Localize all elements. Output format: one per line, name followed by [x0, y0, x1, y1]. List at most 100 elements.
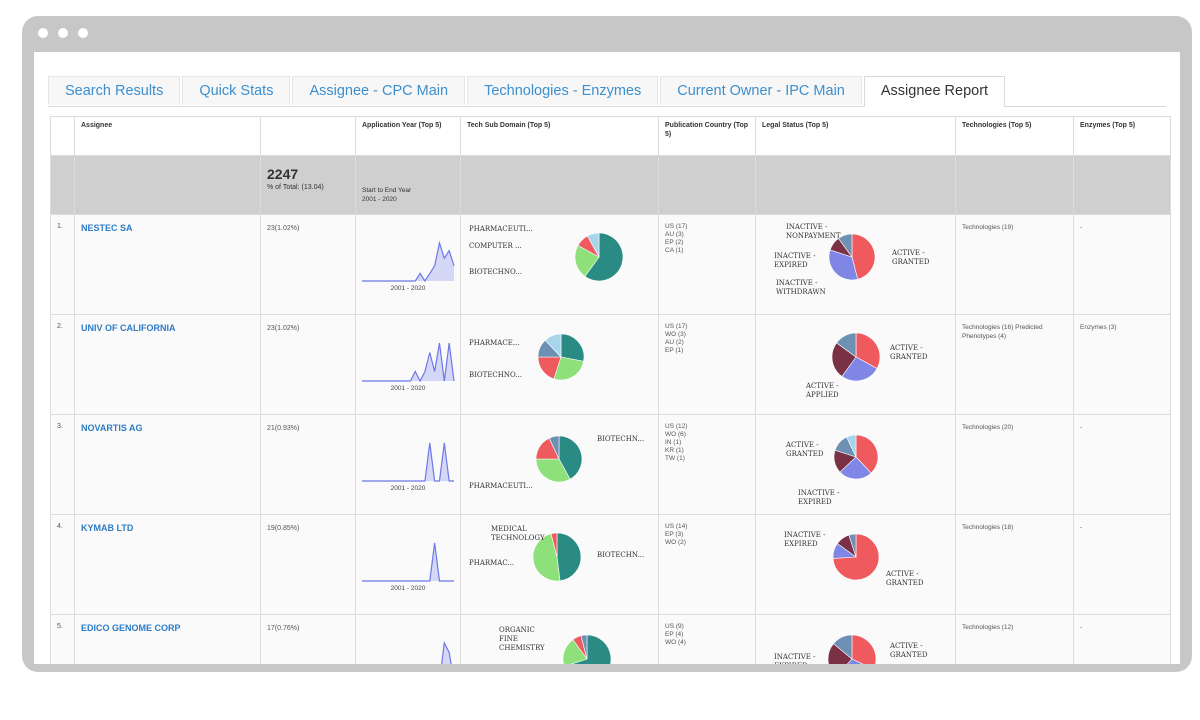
technologies-cell: Technologies (16) Predicted Phenotypes (… [955, 314, 1074, 415]
sparkline-range-label: 2001 - 2020 [390, 285, 426, 292]
pie-label: MEDICAL TECHNOLOGY [491, 525, 545, 542]
header-rank [50, 116, 75, 156]
table-row: 1. NESTEC SA 23(1.02%) 2001 - 2020 PHARMACEU… [50, 214, 1171, 315]
pie-label: ACTIVE -GRANTED [891, 249, 930, 266]
assignee-link[interactable]: EDICO GENOME CORP [74, 614, 261, 664]
tab-search-results[interactable]: Search Results [48, 76, 181, 105]
sparkline-line [441, 640, 452, 664]
sparkline-area [441, 643, 452, 664]
rank-cell: 1. [50, 214, 75, 315]
pie-label: BIOTECHN... [597, 551, 644, 559]
country-item: KR (1) [665, 447, 684, 454]
country-item: AU (2) [665, 339, 684, 346]
publication-country-list: US (17) AU (3) EP (2) CA (1) [658, 214, 756, 315]
assignee-link[interactable]: UNIV OF CALIFORNIA [74, 314, 261, 415]
pie-label: ACTIVE -APPLIED [805, 382, 839, 399]
tech-sub-domain-pie: BIOTECHN... PHARMACEUTI... [460, 414, 659, 515]
country-item: EP (4) [665, 631, 684, 638]
publication-country-list: US (14) EP (3) WO (2) [658, 514, 756, 615]
assignee-link[interactable]: NOVARTIS AG [74, 414, 261, 515]
pie-label: COMPUTER ... [469, 242, 522, 250]
header-technologies[interactable]: Technologies (Top 5) [955, 116, 1074, 156]
header-legal-status[interactable]: Legal Status (Top 5) [755, 116, 956, 156]
legal-status-pie: INACTIVE -EXPIRED ACTIVE -GRANTED [755, 514, 956, 615]
country-item: EP (3) [665, 531, 684, 538]
window-dot-icon [58, 28, 68, 38]
table-row: 2. UNIV OF CALIFORNIA 23(1.02%) 2001 - 2020… [50, 314, 1171, 415]
sparkline-chart [362, 442, 454, 482]
window-dot-icon [38, 28, 48, 38]
assignee-link[interactable]: KYMAB LTD [74, 514, 261, 615]
country-item: AU (3) [665, 231, 684, 238]
summary-range-cell: Start to End Year 2001 - 2020 [355, 155, 461, 215]
tab-quick-stats[interactable]: Quick Stats [182, 76, 291, 105]
count-cell: 21(0.93%) [260, 414, 356, 515]
country-item: WO (4) [665, 639, 686, 646]
table-row: 5.EDICO GENOME CORP17(0.76%)2001 - 2020 O… [50, 614, 1171, 664]
tech-sub-domain-pie: PHARMACE... BIOTECHNO... [460, 314, 659, 415]
tab-technologies-enzymes[interactable]: Technologies - Enzymes [467, 76, 659, 105]
header-application-year[interactable]: Application Year (Top 5) [355, 116, 461, 156]
pie-label: PHARMACEUTI... [469, 225, 533, 233]
header-enzymes[interactable]: Enzymes (Top 5) [1073, 116, 1171, 156]
country-item: EP (2) [665, 239, 684, 246]
assignee-report-table: Assignee Application Year (Top 5) Tech S… [50, 116, 1171, 664]
tech-sub-domain-pie: ORGANIC FINE CHEMISTRY ANALYSIS O... COMPUTER… [460, 614, 659, 664]
tech-pie-chart: MEDICAL TECHNOLOGY PHARMAC... BIOTECHN... [469, 525, 644, 582]
table-row: 4. KYMAB LTD 19(0.85%) 2001 - 2020 MEDICAL TE… [50, 514, 1171, 615]
technologies-cell: Technologies (20) [955, 414, 1074, 515]
country-item: US (17) [665, 323, 688, 330]
country-item: US (9) [665, 623, 684, 630]
country-item: IN (1) [665, 439, 682, 446]
pie-label: PHARMAC... [469, 559, 514, 567]
technologies-cell: Technologies (12) [955, 614, 1074, 664]
summary-assignee-cell [74, 155, 261, 215]
pie-slice[interactable] [851, 634, 877, 664]
table-header-row: Assignee Application Year (Top 5) Tech S… [50, 116, 1171, 156]
assignee-link[interactable]: NESTEC SA [74, 214, 261, 315]
legal-pie-chart: ACTIVE -GRANTED ACTIVE -APPLIED [805, 332, 928, 399]
country-item: EP (1) [665, 347, 684, 354]
country-item: TW (1) [665, 455, 685, 462]
header-tech-sub-domain[interactable]: Tech Sub Domain (Top 5) [460, 116, 659, 156]
application-year-sparkline: 2001 - 2020 [355, 314, 461, 415]
count-cell: 17(0.76%) [260, 614, 356, 664]
country-item: WO (3) [665, 331, 686, 338]
summary-range-label: Start to End Year [362, 187, 412, 194]
sparkline-chart [362, 342, 455, 383]
application-year-sparkline: 2001 - 2020 [355, 414, 461, 515]
pie-label: INACTIVE -EXPIRED [784, 531, 826, 548]
pie-label: ACTIVE -GRANTED [889, 642, 928, 659]
country-item: WO (2) [665, 539, 686, 546]
header-count [260, 116, 356, 156]
tab-current-owner-ipc-main[interactable]: Current Owner - IPC Main [660, 76, 862, 105]
tab-assignee-cpc-main[interactable]: Assignee - CPC Main [292, 76, 466, 105]
pie-label: PHARMACEUTI... [469, 482, 533, 490]
sparkline-range-label: 2001 - 2020 [390, 385, 426, 392]
rank-cell: 4. [50, 514, 75, 615]
summary-pct-total: % of Total: (13.04) [267, 184, 324, 191]
legal-pie-chart: INACTIVE -NONPAYMENT INACTIVE -EXPIRED INA… [774, 223, 930, 296]
pie-slice[interactable] [560, 333, 585, 362]
pie-label: BIOTECHNO... [469, 268, 522, 276]
publication-country-list: US (9) EP (4) WO (4) [658, 614, 756, 664]
sparkline-range-label: 2001 - 2020 [390, 485, 426, 492]
legal-status-pie: ACTIVE -GRANTED ACTIVE -APPLIED [755, 314, 956, 415]
browser-window-frame: Search Results Quick Stats Assignee - CP… [22, 16, 1192, 672]
legal-status-pie: ACTIVE -GRANTED INACTIVE -EXPIRED ACTIVE -… [755, 614, 956, 664]
pie-label: INACTIVE -EXPIRED [774, 252, 816, 269]
application-year-sparkline: 2001 - 2020 [355, 214, 461, 315]
legal-pie-chart: INACTIVE -EXPIRED ACTIVE -GRANTED [784, 531, 924, 587]
tab-assignee-report[interactable]: Assignee Report [863, 76, 1006, 107]
tech-pie-chart: PHARMACE... BIOTECHNO... [469, 333, 585, 381]
sparkline-chart [362, 240, 455, 283]
header-publication-country[interactable]: Publication Country (Top 5) [658, 116, 756, 156]
sparkline-line [362, 542, 454, 582]
sparkline-chart [362, 542, 454, 582]
country-item: US (14) [665, 523, 688, 530]
pie-slice[interactable] [556, 532, 582, 582]
pie-label: INACTIVE -WITHDRAWN [776, 279, 826, 296]
tech-pie-chart: BIOTECHN... PHARMACEUTI... [469, 435, 644, 490]
country-item: US (12) [665, 423, 688, 430]
header-assignee[interactable]: Assignee [74, 116, 261, 156]
